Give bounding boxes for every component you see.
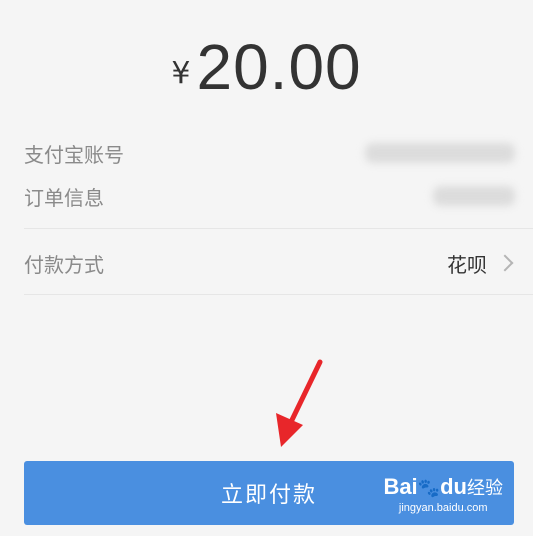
baidu-jingyan-watermark: Bai🐾du经验 jingyan.baidu.com bbox=[383, 474, 503, 514]
watermark-site: jingyan.baidu.com bbox=[398, 502, 488, 514]
watermark-logo: Bai🐾du经验 bbox=[383, 474, 503, 499]
paw-icon: 🐾 bbox=[417, 478, 441, 498]
pay-now-label: 立即付款 bbox=[220, 483, 317, 508]
annotation-arrow-icon bbox=[276, 359, 323, 447]
